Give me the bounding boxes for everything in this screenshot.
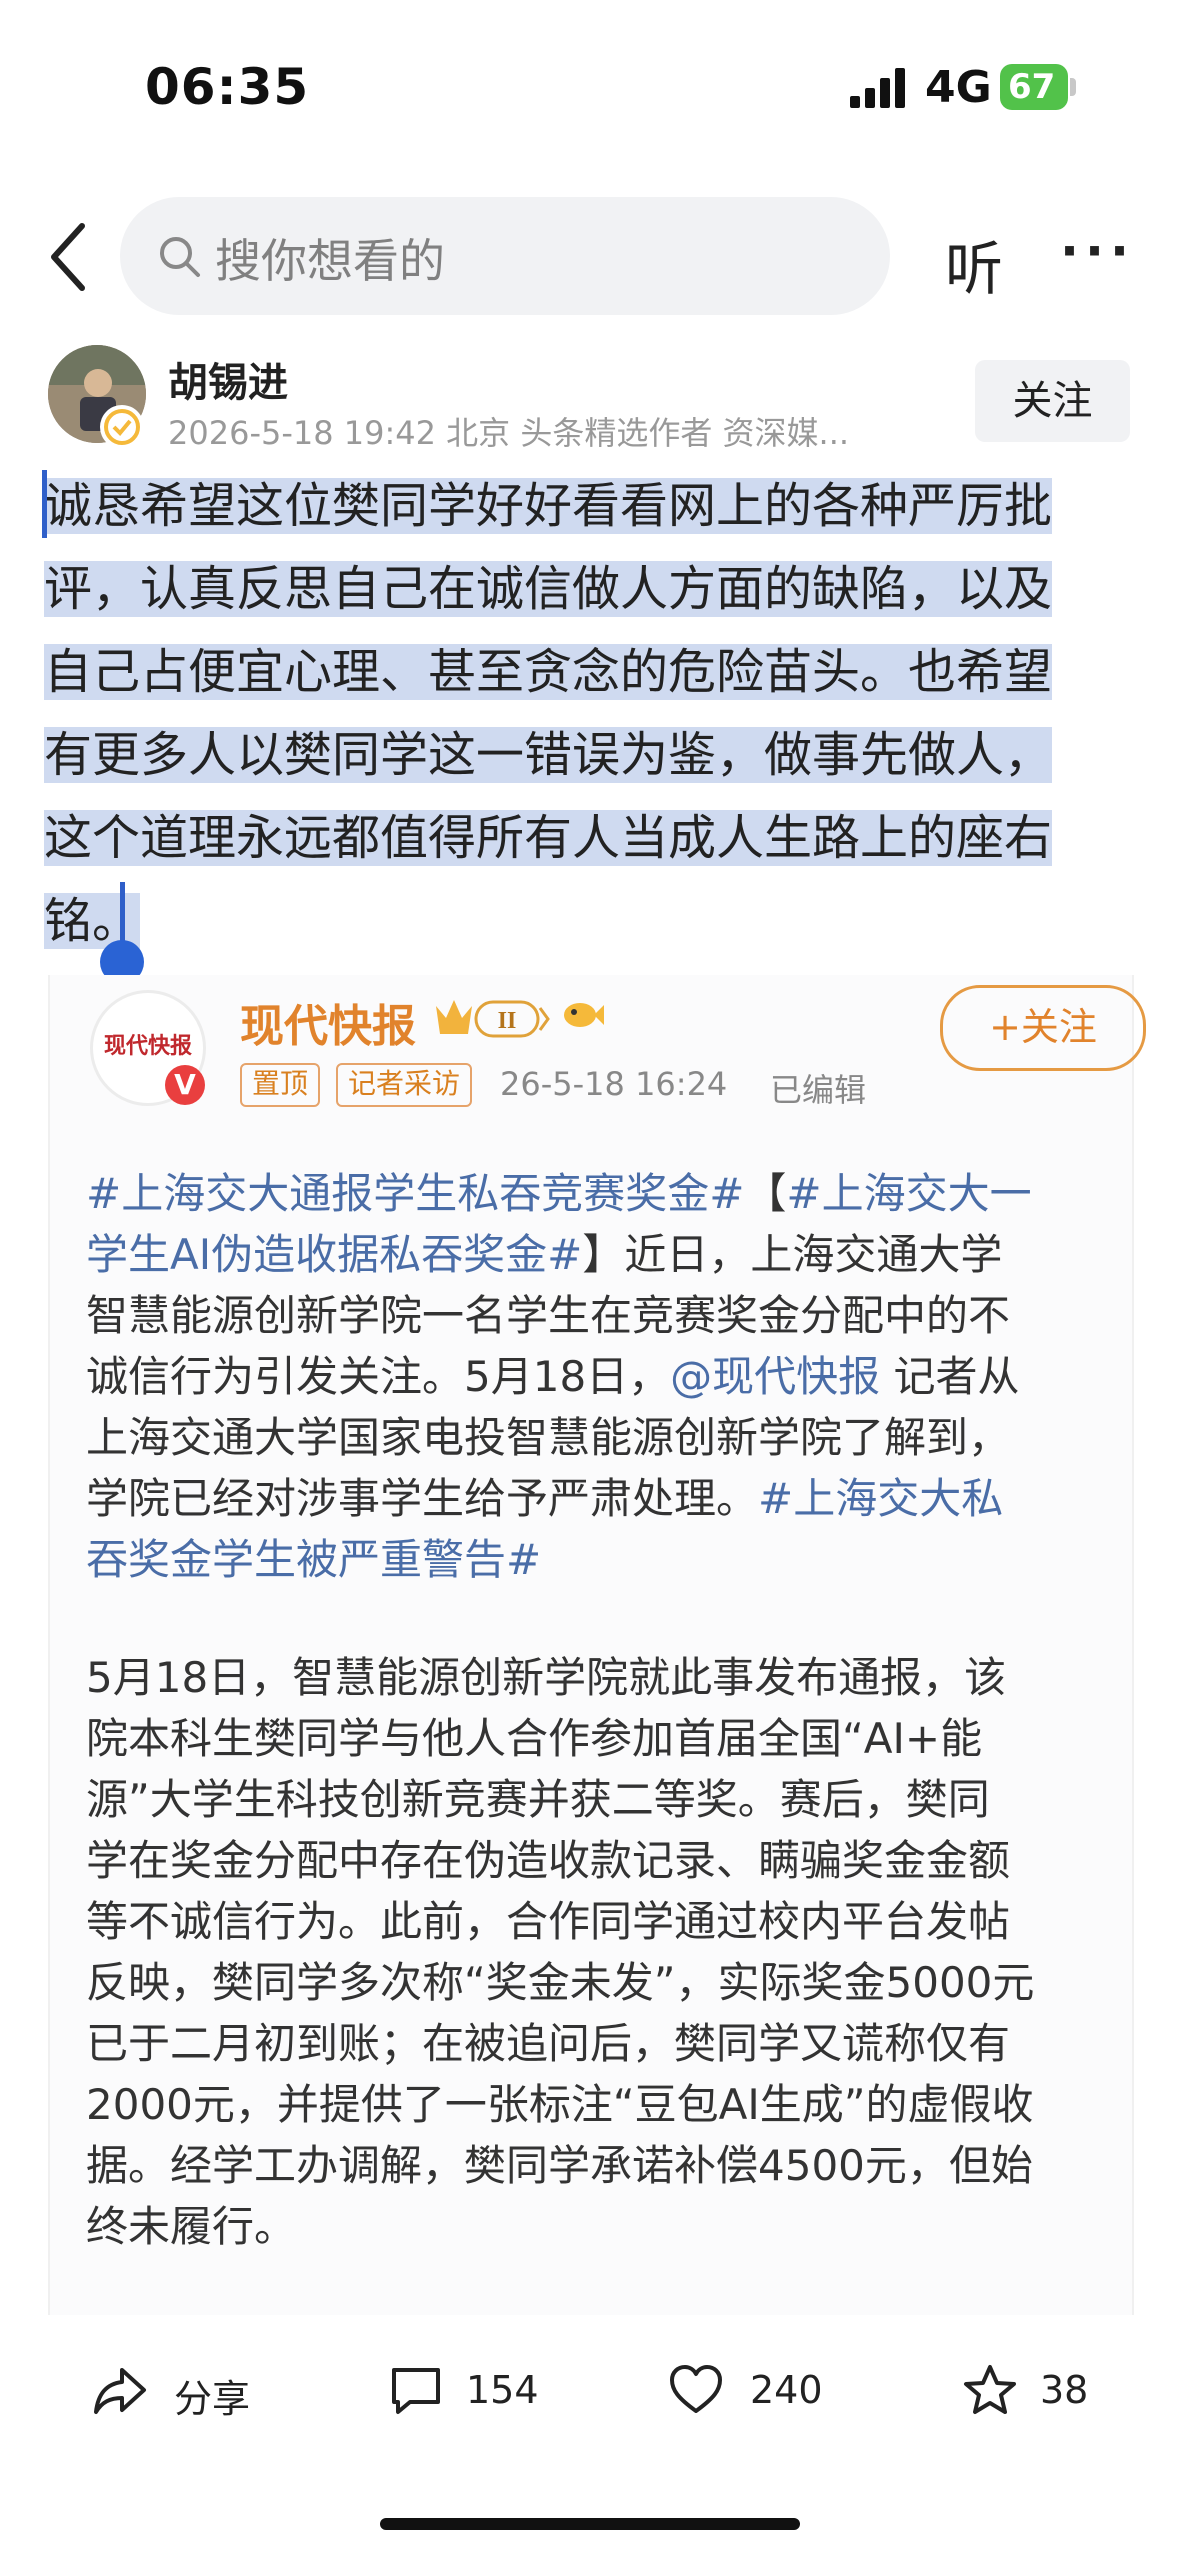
- source-logo: 现代快报: [103, 1033, 192, 1059]
- hashtag-link[interactable]: #上海交大通报学生私吞竞赛奖金#: [86, 1169, 744, 1218]
- mention-link[interactable]: @现代快报: [670, 1352, 880, 1401]
- source-follow-button[interactable]: +关注: [940, 985, 1146, 1071]
- post-meta: 2026-5-18 19:42 北京 头条精选作者 资深媒...: [168, 414, 850, 452]
- source-time: 26-5-18 16:24: [500, 1065, 728, 1103]
- text: 记者从: [880, 1352, 1020, 1401]
- text: 诚信行为引发关注。5月18日，: [86, 1352, 671, 1401]
- text: 智慧能源创新学院一名学生在竞赛奖金分配中的不: [86, 1291, 1011, 1340]
- source-name[interactable]: 现代快报: [240, 990, 416, 1054]
- more-button[interactable]: ···: [1060, 222, 1135, 280]
- home-indicator[interactable]: [380, 2518, 800, 2530]
- text: 2000元，并提供了一张标注“豆包AI生成”的虚假收: [86, 2080, 1034, 2129]
- comment-count: 154: [466, 2368, 539, 2412]
- battery-tip: [1070, 78, 1076, 96]
- text: 终未履行。: [86, 2202, 297, 2251]
- like-count: 240: [750, 2368, 823, 2412]
- post-body[interactable]: 诚恳希望这位樊同学好好看看网上的各种严厉批 评，认真反思自己在诚信做人方面的缺陷…: [44, 465, 1144, 963]
- favorite-count: 38: [1040, 2368, 1089, 2412]
- share-button[interactable]: 分享: [92, 2350, 272, 2430]
- comment-button[interactable]: 154: [388, 2350, 568, 2430]
- comment-icon: [392, 2368, 440, 2414]
- hashtag-link[interactable]: 学生AI伪造收据私吞奖金#: [86, 1230, 582, 1279]
- selection-start-handle[interactable]: [42, 470, 47, 538]
- edited-label: 已编辑: [770, 1071, 867, 1109]
- status-time: 06:35: [145, 58, 310, 116]
- hashtag-link[interactable]: #上海交大私: [758, 1474, 1003, 1523]
- star-icon: [964, 2365, 1016, 2414]
- text: 院本科生樊同学与他人合作参加首届全国“AI+能: [86, 1714, 983, 1763]
- favorite-button[interactable]: 38: [962, 2350, 1122, 2430]
- fish-icon: [564, 1003, 604, 1027]
- follow-button[interactable]: 关注: [975, 360, 1130, 442]
- text: 【: [744, 1169, 787, 1218]
- search-bar[interactable]: 搜你想看的: [120, 197, 890, 315]
- signal-icon: [850, 68, 905, 108]
- text: 学院已经对涉事学生给予严肃处理。: [86, 1474, 759, 1523]
- search-icon: [160, 237, 200, 277]
- post-line: 评，认真反思自己在诚信做人方面的缺陷，以及: [44, 561, 1053, 617]
- like-button[interactable]: 240: [668, 2350, 848, 2430]
- quote-paragraph-1: #上海交大通报学生私吞竞赛奖金#【#上海交大一 学生AI伪造收据私吞奖金#】近日…: [86, 1163, 1106, 1590]
- pinned-tag: 置顶: [240, 1063, 321, 1107]
- hashtag-link[interactable]: #上海交大一: [786, 1169, 1031, 1218]
- text: 等不诚信行为。此前，合作同学通过校内平台发帖: [86, 1897, 1011, 1946]
- selection-end-caret: [120, 882, 125, 942]
- text: 学在奖金分配中存在伪造收款记录、瞒骗奖金金额: [86, 1836, 1011, 1885]
- reporter-tag: 记者采访: [336, 1063, 473, 1107]
- text: 源”大学生科技创新竞赛并获二等奖。赛后，樊同: [86, 1775, 990, 1824]
- hashtag-link[interactable]: 吞奖金学生被严重警告#: [86, 1535, 541, 1584]
- author-name[interactable]: 胡锡进: [168, 350, 288, 408]
- v-badge-icon: V: [165, 1065, 205, 1105]
- heart-icon: [670, 2365, 722, 2413]
- battery-indicator: 67: [1000, 64, 1068, 110]
- level-badge: II: [498, 1008, 517, 1034]
- post-line: 这个道理永远都值得所有人当成人生路上的座右: [44, 810, 1053, 866]
- share-label: 分享: [174, 2377, 251, 2421]
- crown-level-icon: II: [436, 1000, 550, 1038]
- post-line: 有更多人以樊同学这一错误为鉴，做事先做人，: [44, 727, 1053, 783]
- post-line: 自己占便宜心理、甚至贪念的危险苗头。也希望: [44, 644, 1053, 700]
- text: 已于二月初到账；在被追问后，樊同学又谎称仅有: [86, 2019, 1011, 2068]
- text: 5月18日，智慧能源创新学院就此事发布通报，该: [86, 1653, 1007, 1702]
- text: 上海交通大学国家电投智慧能源创新学院了解到，: [86, 1413, 1011, 1462]
- post-line: 诚恳希望这位樊同学好好看看网上的各种严厉批: [44, 478, 1053, 534]
- text: 据。经学工办调解，樊同学承诺补偿4500元，但始: [86, 2141, 1033, 2190]
- listen-button[interactable]: 听: [945, 222, 1003, 306]
- text: 反映，樊同学多次称“奖金未发”，实际奖金5000元: [86, 1958, 1035, 2007]
- network-type: 4G: [925, 62, 992, 113]
- back-icon[interactable]: [48, 222, 88, 292]
- quote-paragraph-2: 5月18日，智慧能源创新学院就此事发布通报，该 院本科生樊同学与他人合作参加首届…: [86, 1647, 1106, 2257]
- share-icon: [94, 2368, 146, 2414]
- text: 】近日，上海交通大学: [582, 1230, 1003, 1279]
- search-placeholder: 搜你想看的: [215, 234, 445, 288]
- verified-icon: [100, 405, 144, 449]
